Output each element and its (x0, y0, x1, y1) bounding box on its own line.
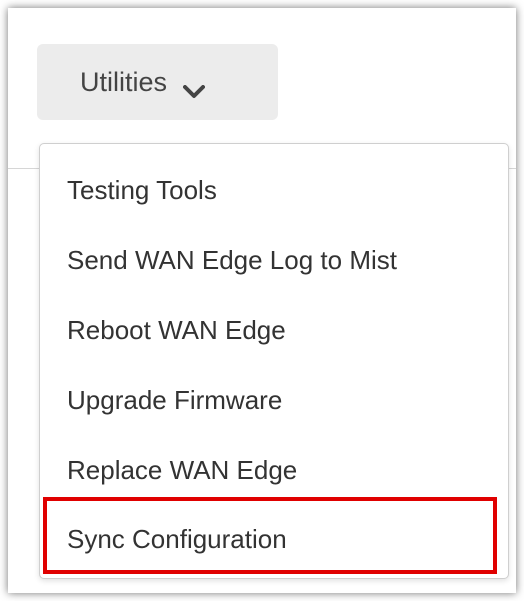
menu-item-testing-tools[interactable]: Testing Tools (40, 155, 508, 225)
menu-item-label: Testing Tools (67, 174, 217, 205)
menu-item-label: Reboot WAN Edge (67, 314, 286, 345)
utilities-button-label: Utilities (80, 66, 168, 97)
menu-item-upgrade-firmware[interactable]: Upgrade Firmware (40, 365, 508, 435)
menu-item-replace-wan-edge[interactable]: Replace WAN Edge (40, 435, 508, 505)
chevron-down-icon (183, 75, 206, 98)
menu-item-reboot-wan-edge[interactable]: Reboot WAN Edge (40, 295, 508, 365)
highlight-box (43, 497, 497, 574)
menu-item-label: Replace WAN Edge (67, 454, 298, 485)
utilities-dropdown-button[interactable]: Utilities (37, 44, 278, 120)
menu-item-label: Send WAN Edge Log to Mist (67, 244, 397, 275)
menu-item-label: Upgrade Firmware (67, 384, 283, 415)
screenshot-frame: Utilities Testing Tools Send WAN Edge Lo… (0, 0, 524, 601)
menu-item-send-wan-edge-log[interactable]: Send WAN Edge Log to Mist (40, 225, 508, 295)
